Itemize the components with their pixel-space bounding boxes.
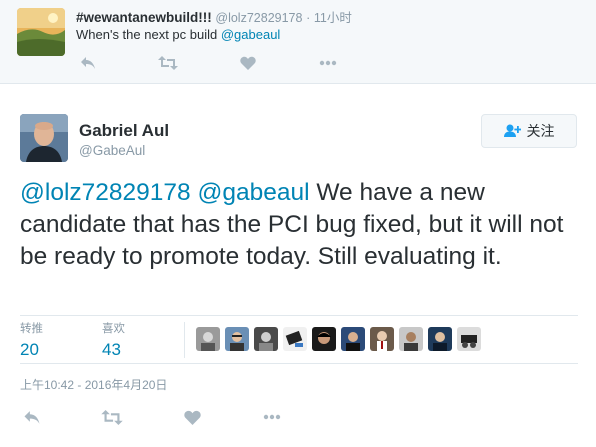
liker-avatar[interactable] <box>457 327 481 351</box>
liker-avatar[interactable] <box>225 327 249 351</box>
retweet-icon[interactable] <box>100 408 124 426</box>
liker-avatar[interactable] <box>312 327 336 351</box>
like-icon[interactable] <box>236 54 260 72</box>
parent-tweet-text: When's the next pc build @gabeaul <box>76 27 280 42</box>
likes-label: 喜欢 <box>102 323 125 335</box>
reply-icon[interactable] <box>76 54 100 72</box>
liker-avatar[interactable] <box>370 327 394 351</box>
tweet-timestamp[interactable]: 上午10:42 - 2016年4月20日 <box>20 376 167 393</box>
liker-avatar[interactable] <box>283 327 307 351</box>
parent-mention-link[interactable]: @gabeaul <box>221 27 280 42</box>
author-handle[interactable]: @GabeAul <box>79 143 145 158</box>
follow-button[interactable]: 关注 <box>481 114 577 148</box>
mention-link-1[interactable]: @lolz72829178 <box>20 179 191 206</box>
liker-avatar[interactable] <box>428 327 452 351</box>
parent-author-name[interactable]: #wewantanewbuild!!! <box>76 10 212 25</box>
likes-count: 43 <box>102 340 121 359</box>
like-icon[interactable] <box>180 408 204 426</box>
liker-avatar[interactable] <box>341 327 365 351</box>
parent-action-bar <box>76 54 396 72</box>
liker-avatar[interactable] <box>254 327 278 351</box>
parent-text-body: When's the next pc build <box>76 27 221 42</box>
parent-author-handle[interactable]: @lolz72829178 <box>215 11 302 25</box>
more-icon[interactable] <box>316 54 340 72</box>
liker-avatar[interactable] <box>399 327 423 351</box>
like-stat[interactable]: 喜欢 43 <box>102 320 125 360</box>
retweet-stat[interactable]: 转推 20 <box>20 320 43 360</box>
author-avatar[interactable] <box>20 114 68 162</box>
follow-label: 关注 <box>526 123 555 139</box>
liker-avatars <box>196 327 486 351</box>
mention-link-2[interactable]: @gabeaul <box>197 179 309 206</box>
parent-tweet[interactable]: #wewantanewbuild!!! @lolz72829178 · 11小时… <box>0 0 596 84</box>
tweet-action-bar <box>20 408 340 426</box>
author-name[interactable]: Gabriel Aul <box>79 121 169 141</box>
retweet-icon[interactable] <box>156 54 180 72</box>
tweet-text: @lolz72829178 @gabeaul We have a new can… <box>20 177 580 273</box>
retweets-count: 20 <box>20 340 39 359</box>
parent-avatar[interactable] <box>17 8 65 56</box>
divider <box>20 315 578 316</box>
parent-timestamp[interactable]: 11小时 <box>314 11 352 25</box>
parent-separator: · <box>306 11 311 25</box>
liker-avatar[interactable] <box>196 327 220 351</box>
divider <box>20 363 578 364</box>
retweets-label: 转推 <box>20 323 43 335</box>
add-user-icon <box>503 124 521 138</box>
reply-icon[interactable] <box>20 408 44 426</box>
more-icon[interactable] <box>260 408 284 426</box>
divider <box>184 322 185 358</box>
